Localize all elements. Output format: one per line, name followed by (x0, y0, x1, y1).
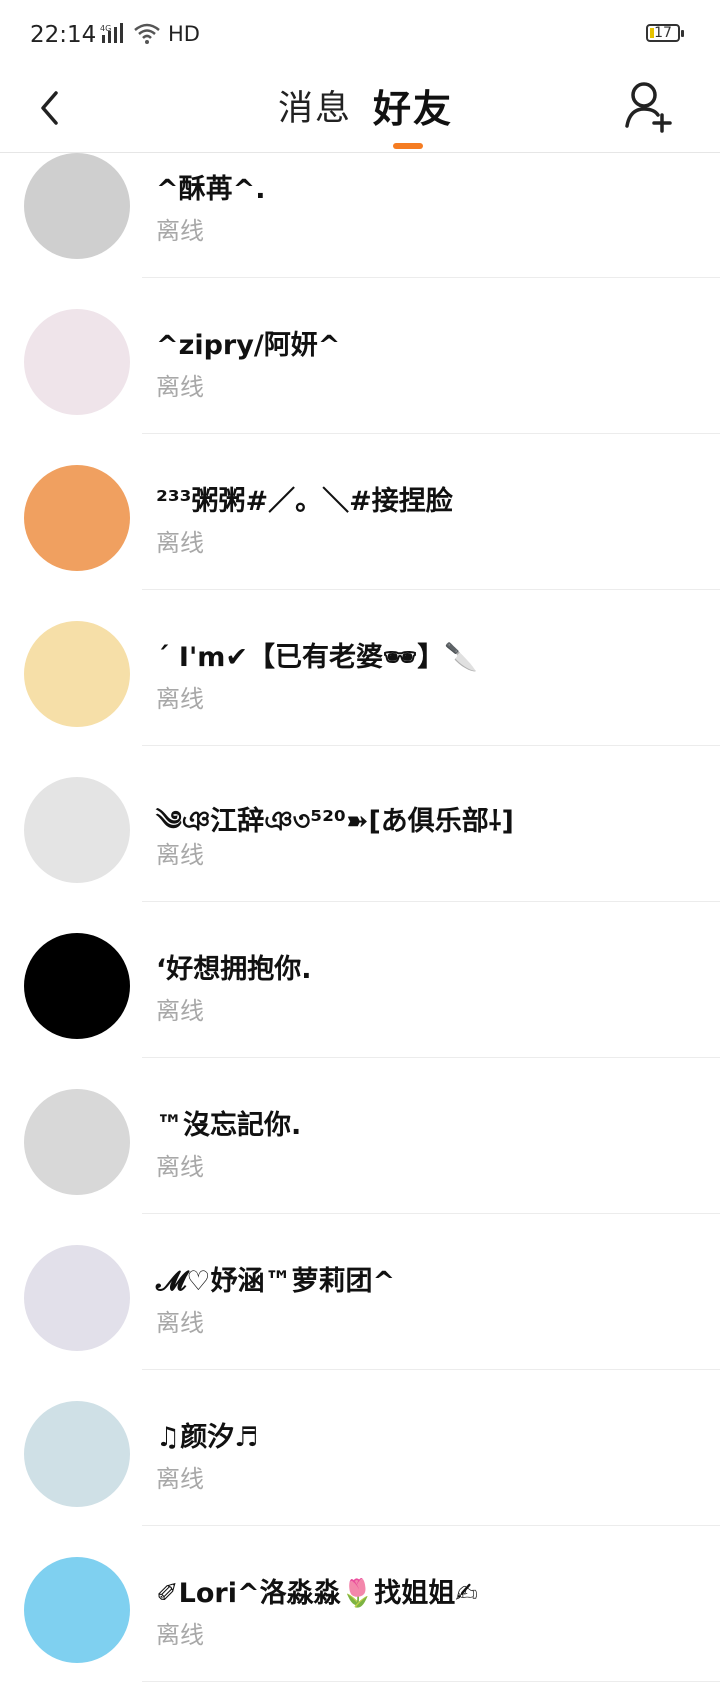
friend-status: 离线 (156, 217, 204, 245)
friend-name: ™沒忘記你. (156, 1110, 302, 1141)
friend-row[interactable]: ^酥苒^. 离线 (0, 101, 720, 278)
friend-row[interactable]: 𝓜♡妤涵™萝莉团^ 离线 (0, 1193, 720, 1370)
friend-status: 离线 (156, 997, 204, 1025)
status-icons: 4G HD (100, 22, 200, 46)
friend-name: ^zipry/阿妍^ (156, 330, 341, 361)
friend-row[interactable]: ^zipry/阿妍^ 离线 (0, 257, 720, 434)
friend-name: ´ I'm✔【已有老婆🕶】🔪 (156, 642, 478, 673)
friend-status: 离线 (156, 685, 204, 713)
avatar[interactable] (24, 1557, 130, 1663)
friend-name: ‘好想拥抱你. (156, 954, 312, 985)
friend-name: ²³³粥粥󠀠#／。＼#接捏脸 (156, 486, 453, 517)
friend-status: 离线 (156, 1153, 204, 1181)
avatar[interactable] (24, 933, 130, 1039)
friend-status: 离线 (156, 373, 204, 401)
avatar[interactable] (24, 621, 130, 727)
friend-row[interactable]: ༄ঞ江辞ঞ৩⁵²⁰➽[あ俱乐部⸸] 离线 (0, 725, 720, 902)
avatar[interactable] (24, 153, 130, 259)
friend-status: 离线 (156, 529, 204, 557)
friend-name: ༄ঞ江辞ঞ৩⁵²⁰➽[あ俱乐部⸸] (156, 806, 514, 837)
friend-row[interactable]: ™沒忘記你. 离线 (0, 1037, 720, 1214)
avatar[interactable] (24, 1245, 130, 1351)
friend-row[interactable]: ♫颜汐♬ 离线 (0, 1349, 720, 1526)
battery-level: 17 (654, 25, 672, 41)
avatar[interactable] (24, 777, 130, 883)
friend-row[interactable]: ´ I'm✔【已有老婆🕶】🔪 离线 (0, 569, 720, 746)
avatar[interactable] (24, 1401, 130, 1507)
hd-indicator: HD (168, 22, 200, 46)
friend-status: 离线 (156, 841, 204, 869)
friend-row[interactable]: ✐Lori^洛淼淼🌷找姐姐✍ 离线 (0, 1505, 720, 1682)
status-bar: 22:14 4G HD 17 (0, 0, 720, 72)
friend-status: 离线 (156, 1621, 204, 1649)
avatar[interactable] (24, 465, 130, 571)
avatar[interactable] (24, 1089, 130, 1195)
friend-name: ^酥苒^. (156, 174, 266, 205)
friend-name: 𝓜♡妤涵™萝莉团^ (156, 1266, 396, 1297)
battery-icon: 17 (646, 24, 684, 42)
friend-row[interactable]: ‘好想拥抱你. 离线 (0, 881, 720, 1058)
friend-status: 离线 (156, 1465, 204, 1493)
friend-name: ✐Lori^洛淼淼🌷找姐姐✍ (156, 1578, 478, 1609)
avatar[interactable] (24, 309, 130, 415)
cellular-signal-icon: 4G (100, 23, 123, 43)
wifi-icon (134, 23, 160, 44)
friend-row[interactable]: ²³³粥粥󠀠#／。＼#接捏脸 离线 (0, 413, 720, 590)
status-time: 22:14 (30, 22, 97, 48)
friend-status: 离线 (156, 1309, 204, 1337)
friend-name: ♫颜汐♬ (156, 1422, 259, 1453)
